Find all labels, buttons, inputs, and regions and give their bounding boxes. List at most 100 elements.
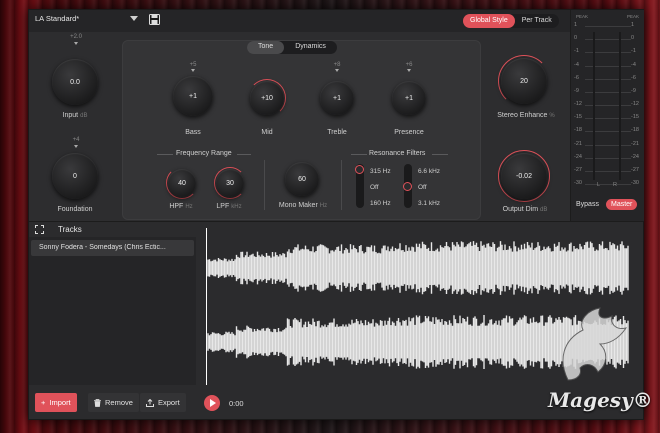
mono-maker-label-text: Mono Maker xyxy=(278,202,318,209)
chevron-down-icon[interactable] xyxy=(130,16,138,21)
export-button[interactable]: Export xyxy=(140,393,186,412)
mono-maker-knob[interactable]: 60 xyxy=(285,162,319,196)
meter-scale-right-label: -21 xyxy=(631,140,639,147)
meter-grid-line xyxy=(585,91,631,93)
treble-knob[interactable]: +1 xyxy=(320,81,354,115)
input-value: 0.0 xyxy=(70,78,80,86)
track-list: Sonny Fodera - Somedays (Chris Ectic... xyxy=(29,237,196,385)
output-dim-knob[interactable]: -0.02 xyxy=(501,153,547,199)
level-meter: PEAK PEAK 1 1 0 0 -1 -1 -4 -4 -6 -6 -9 -9 -12 -12 -15 -… xyxy=(570,10,644,221)
meter-scale-left-label: -9 xyxy=(574,87,579,94)
brand-watermark: Magesy® xyxy=(548,388,653,412)
bass-tick: +5 xyxy=(189,62,197,68)
lpf-label: LPF kHz xyxy=(207,203,251,210)
import-button[interactable]: + Import xyxy=(35,393,77,412)
meter-channel-left: L xyxy=(597,182,601,188)
resonance-slider-low-handle[interactable] xyxy=(355,165,364,174)
resonance-line-right xyxy=(432,154,448,155)
main-panel: +2.0 0.0 Input dB +4 0 Foundation Tone Dy… xyxy=(29,32,570,221)
meter-grid-line xyxy=(585,52,631,54)
stereo-enhance-label: Stereo Enhance% xyxy=(489,112,563,119)
tracks-title: Tracks xyxy=(58,225,82,234)
preset-select[interactable]: LA Standard* xyxy=(35,14,79,23)
bypass-button[interactable]: Bypass xyxy=(576,201,599,208)
meter-scale-right-label: -6 xyxy=(631,74,636,81)
meter-scale-left-label: -21 xyxy=(574,140,582,147)
meter-grid-line xyxy=(585,65,631,67)
stereo-enhance-label-text: Stereo Enhance xyxy=(497,112,548,119)
presence-tick: +6 xyxy=(405,62,413,68)
mid-value: +10 xyxy=(261,94,273,102)
meter-channel-right: R xyxy=(613,182,617,188)
meter-scale-left-label: 1 xyxy=(574,22,578,28)
output-dim-label-text: Output Dim xyxy=(502,206,539,213)
hpf-unit: Hz xyxy=(185,204,193,210)
resonance-filters-title: Resonance Filters xyxy=(369,150,426,157)
resonance-slider-high-handle[interactable] xyxy=(403,182,412,191)
treble-label: Treble xyxy=(327,129,347,136)
input-knob[interactable]: 0.0 xyxy=(52,59,98,105)
meter-scale-right-label: -24 xyxy=(631,153,639,160)
treble-value: +1 xyxy=(333,94,341,102)
frequency-range-line-right xyxy=(237,154,251,155)
meter-scale-left-label: -27 xyxy=(574,166,582,173)
play-button[interactable] xyxy=(204,395,220,411)
remove-button[interactable]: Remove xyxy=(88,393,139,412)
meter-grid-line xyxy=(585,184,631,185)
waveform-channel-1 xyxy=(207,241,629,295)
meter-scale-right-label: -4 xyxy=(631,61,636,68)
meter-bar-left xyxy=(593,32,595,180)
foundation-value: 0 xyxy=(73,172,77,180)
track-item-label: Sonny Fodera - Somedays (Chris Ectic... xyxy=(39,244,166,251)
resonance-slider-low[interactable] xyxy=(355,164,364,208)
meter-scale-left-label: -30 xyxy=(574,180,582,186)
resonance-high-top: 6.6 kHz xyxy=(418,168,441,175)
meter-scale-left-label: -6 xyxy=(574,74,579,81)
playhead[interactable] xyxy=(206,228,207,385)
tab-per-track[interactable]: Per Track xyxy=(515,14,559,28)
lpf-knob[interactable]: 30 xyxy=(216,169,244,197)
output-dim-value: -0.02 xyxy=(516,172,532,180)
resonance-slider-high[interactable] xyxy=(403,164,412,208)
lpf-value: 30 xyxy=(226,179,234,187)
lpf-unit: kHz xyxy=(231,204,242,210)
mono-maker-unit: Hz xyxy=(319,203,328,209)
meter-scale-left-label: -15 xyxy=(574,114,582,121)
meter-grid-line xyxy=(585,131,631,133)
foundation-label: Foundation xyxy=(57,206,93,213)
meter-scale-right-label: -30 xyxy=(631,180,639,186)
meter-scale-left-label: -24 xyxy=(574,153,582,160)
expand-icon[interactable] xyxy=(35,225,44,234)
master-button[interactable]: Master xyxy=(606,199,638,210)
meter-scale-right-label: 0 xyxy=(631,35,635,42)
bass-value: +1 xyxy=(189,92,197,100)
mid-knob[interactable]: +10 xyxy=(250,81,284,115)
output-dim-label: Output Dim dB xyxy=(493,206,557,213)
tab-tone[interactable]: Tone xyxy=(247,41,285,54)
meter-scale-left-label: -4 xyxy=(574,61,579,68)
mono-maker-value: 60 xyxy=(298,175,306,183)
meter-grid-line xyxy=(585,157,631,159)
tab-dynamics[interactable]: Dynamics xyxy=(284,41,337,54)
foundation-knob[interactable]: 0 xyxy=(52,153,98,199)
meter-scale-right-label: -9 xyxy=(631,87,636,94)
list-item[interactable]: Sonny Fodera - Somedays (Chris Ectic... xyxy=(31,240,194,256)
time-display: 0:00 xyxy=(229,399,244,408)
meter-grid-line xyxy=(585,118,631,120)
tab-global-style[interactable]: Global Style xyxy=(463,14,515,28)
hpf-knob[interactable]: 40 xyxy=(168,169,196,197)
bass-knob[interactable]: +1 xyxy=(173,76,213,116)
frequency-range-title: Frequency Range xyxy=(176,150,232,157)
presence-knob[interactable]: +1 xyxy=(392,81,426,115)
stereo-enhance-knob[interactable]: 20 xyxy=(501,58,547,104)
stereo-enhance-value: 20 xyxy=(520,77,528,85)
mono-maker-label: Mono Maker Hz xyxy=(273,202,333,209)
top-bar: LA Standard* Global Style Per Track xyxy=(29,10,570,33)
trash-icon xyxy=(94,398,101,407)
hpf-label: HPF Hz xyxy=(159,203,203,210)
save-icon[interactable] xyxy=(149,14,160,25)
presence-label: Presence xyxy=(394,129,424,136)
meter-scale-left-label: 0 xyxy=(574,35,578,42)
import-label: Import xyxy=(49,398,71,407)
input-max-tick: +2.0 xyxy=(70,34,82,40)
